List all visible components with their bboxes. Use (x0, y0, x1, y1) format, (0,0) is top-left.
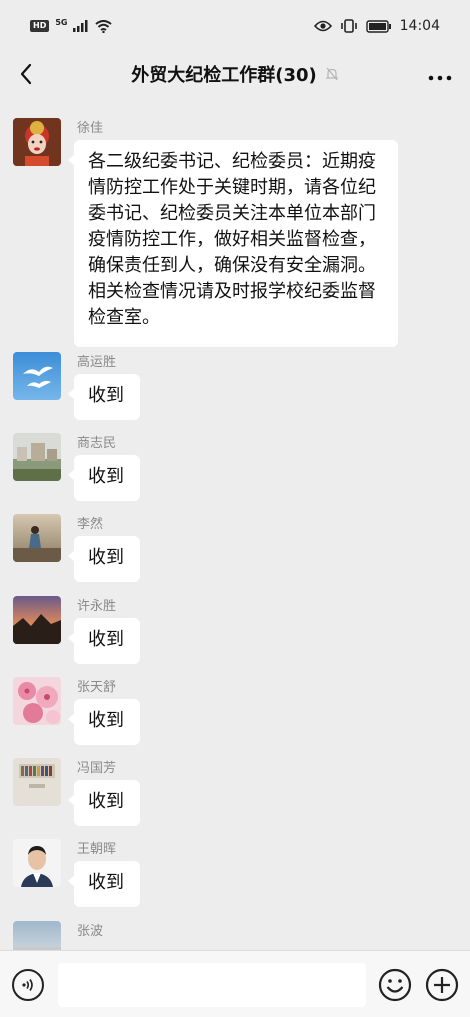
emoji-icon (378, 968, 412, 1002)
message-item: 张天舒 收到 (13, 677, 453, 747)
chat-header: 外贸大纪检工作群(30) (0, 52, 470, 96)
message-item: 高运胜 收到 (13, 352, 453, 422)
sender-name: 李然 (77, 517, 104, 532)
signal-icon (73, 20, 88, 32)
input-bar (0, 950, 470, 1017)
cranes-avatar[interactable] (13, 352, 61, 400)
message-item: 王朝晖 收到 (13, 839, 453, 909)
emoji-button[interactable] (378, 968, 412, 1002)
wifi-icon (95, 19, 113, 33)
plus-button[interactable] (425, 968, 459, 1002)
eye-icon (313, 20, 332, 32)
back-button[interactable] (14, 60, 38, 88)
battery-icon (365, 19, 391, 33)
sender-name: 许永胜 (77, 599, 117, 614)
sunset-avatar[interactable] (13, 596, 61, 644)
vibrate-icon (340, 19, 357, 33)
status-time: 14:04 (399, 18, 440, 34)
status-left: HD 5G (30, 17, 113, 33)
more-dots-icon[interactable] (428, 64, 452, 84)
sender-name: 商志民 (77, 436, 117, 451)
bookshelf-avatar[interactable] (13, 758, 61, 806)
message-input[interactable] (58, 963, 366, 1007)
message-item: 商志民 收到 (13, 433, 453, 503)
sender-name: 张天舒 (77, 680, 117, 695)
message-bubble[interactable]: 收到 (68, 536, 140, 582)
status-bar: HD 5G 14:04 (0, 0, 470, 52)
voice-icon (22, 979, 33, 991)
network-label: 5G (55, 17, 68, 27)
message-bubble[interactable]: 收到 (68, 455, 140, 501)
message-bubble[interactable]: 收到 (68, 618, 140, 664)
message-item: 张波 (13, 921, 453, 969)
opera-mask-avatar[interactable] (13, 118, 61, 166)
bell-muted-icon (325, 67, 339, 81)
title-wrap: 外贸大纪检工作群(30) (0, 52, 470, 96)
plus-icon (425, 968, 459, 1002)
message-item: 李然 收到 (13, 514, 453, 584)
voice-button[interactable] (12, 969, 44, 1001)
blossom-avatar[interactable] (13, 677, 61, 725)
chevron-left-icon (20, 63, 32, 85)
sender-name: 张波 (77, 924, 104, 939)
figure-avatar[interactable] (13, 514, 61, 562)
sender-name: 徐佳 (77, 121, 104, 136)
message-item: 徐佳 各二级纪委书记、纪检委员：近期疫情防控工作处于关键时期，请各位纪委书记、纪… (13, 118, 453, 348)
message-item: 冯国芳 收到 (13, 758, 453, 828)
sender-name: 王朝晖 (77, 842, 117, 857)
hd-badge: HD (30, 20, 50, 32)
status-right: 14:04 (313, 18, 440, 34)
chat-title: 外贸大纪检工作群(30) (131, 65, 317, 86)
landscape-avatar[interactable] (13, 433, 61, 481)
sender-name: 高运胜 (77, 355, 117, 370)
message-bubble[interactable]: 收到 (68, 699, 140, 745)
portrait-avatar[interactable] (13, 839, 61, 887)
message-bubble[interactable]: 各二级纪委书记、纪检委员：近期疫情防控工作处于关键时期，请各位纪委书记、纪检委员… (68, 140, 398, 347)
sender-name: 冯国芳 (77, 761, 117, 776)
message-bubble[interactable]: 收到 (68, 780, 140, 826)
message-item: 许永胜 收到 (13, 596, 453, 666)
message-bubble[interactable]: 收到 (68, 374, 140, 420)
message-bubble[interactable]: 收到 (68, 861, 140, 907)
